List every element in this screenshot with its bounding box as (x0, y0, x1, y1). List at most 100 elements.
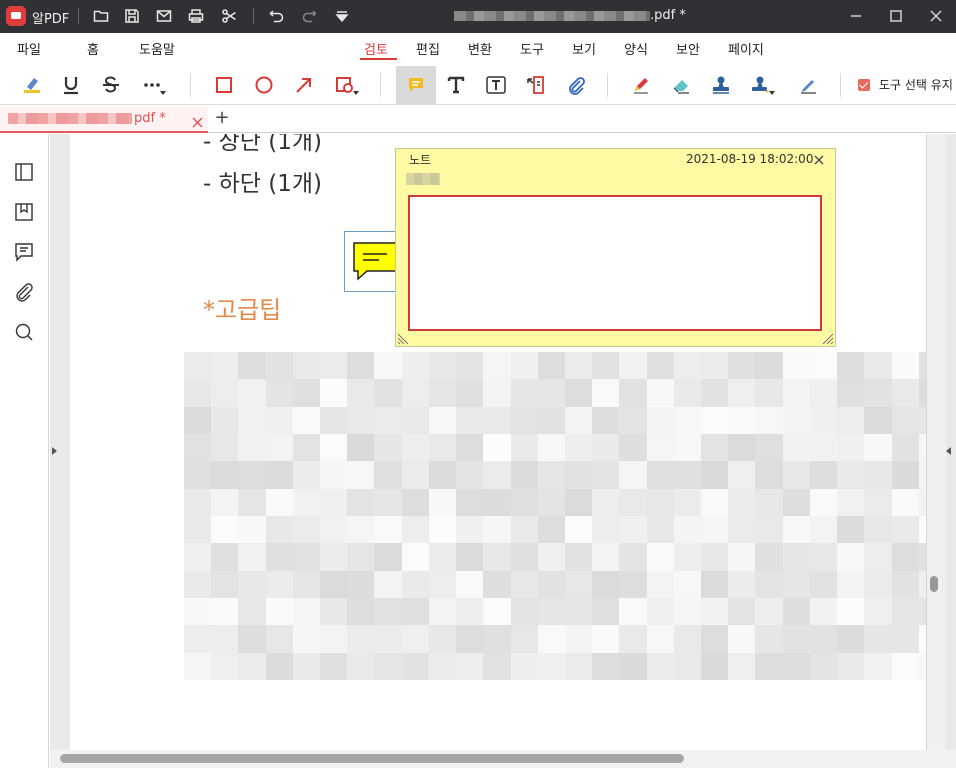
redacted-pixel (646, 461, 674, 489)
redacted-pixel (701, 488, 729, 516)
print-icon[interactable] (187, 7, 205, 25)
redacted-pixel (428, 625, 457, 653)
expand-left-panel-icon[interactable] (52, 447, 57, 455)
menu-security[interactable]: 보안 (676, 39, 700, 58)
redacted-pixel (184, 434, 212, 462)
redacted-pixel (782, 652, 810, 680)
redacted-pixel (592, 543, 620, 571)
redacted-pixel (592, 652, 620, 680)
redacted-pixel (510, 434, 538, 462)
redacted-pixel (483, 570, 511, 598)
redacted-pixel (265, 352, 293, 380)
redacted-pixel (891, 598, 919, 626)
menu-tools[interactable]: 도구 (520, 39, 544, 58)
menu-help[interactable]: 도움말 (139, 39, 175, 58)
menu-edit[interactable]: 편집 (416, 39, 440, 58)
redacted-pixel (837, 570, 865, 598)
eraser-icon[interactable] (666, 69, 696, 101)
underline-icon[interactable] (56, 69, 86, 101)
redacted-pixel (265, 598, 293, 626)
quick-access-dropdown-icon[interactable] (333, 7, 351, 25)
maximize-icon[interactable] (886, 6, 906, 26)
redacted-pixel (456, 352, 484, 380)
redacted-pixel (564, 543, 593, 571)
attachment-icon[interactable] (561, 69, 591, 101)
page-edge (926, 134, 946, 768)
attachment-panel-icon[interactable] (12, 280, 36, 304)
open-folder-icon[interactable] (92, 7, 110, 25)
redacted-pixel (891, 516, 919, 544)
callout-icon[interactable] (521, 69, 551, 101)
stamp-dropdown-icon[interactable] (746, 69, 776, 101)
menu-file[interactable]: 파일 (17, 39, 41, 58)
keep-tool-selected-checkbox[interactable]: 도구 선택 유지 (858, 76, 956, 93)
rectangle-icon[interactable] (209, 69, 239, 101)
checkbox-checked-icon[interactable] (858, 78, 870, 91)
horizontal-scrollbar[interactable] (60, 754, 684, 763)
redacted-pixel (184, 488, 212, 516)
menu-review[interactable]: 검토 (364, 39, 388, 58)
document-viewer[interactable]: - 상단 (1개) - 하단 (1개) *고급팁 노트 2021-08-19 1… (50, 134, 956, 768)
redacted-pixel (428, 570, 457, 598)
menu-convert[interactable]: 변환 (468, 39, 492, 58)
close-tab-icon[interactable] (192, 113, 203, 128)
menu-page[interactable]: 페이지 (728, 39, 764, 58)
redacted-pixel (673, 352, 702, 380)
redacted-pixel (320, 652, 348, 680)
expand-right-panel-icon[interactable] (946, 447, 951, 455)
document-tab[interactable]: pdf * (0, 106, 208, 133)
strikethrough-icon[interactable] (96, 69, 126, 101)
redacted-pixel (401, 461, 429, 489)
redacted-pixel (483, 625, 511, 653)
arrow-icon[interactable] (289, 69, 319, 101)
ellipse-icon[interactable] (249, 69, 279, 101)
close-note-icon[interactable] (814, 154, 824, 165)
resize-grip-icon[interactable] (397, 332, 410, 345)
add-tab-button[interactable]: + (214, 109, 230, 127)
redacted-pixel (837, 488, 865, 516)
close-window-icon[interactable] (926, 6, 946, 26)
redacted-pixel (510, 406, 538, 434)
redacted-pixel (837, 461, 865, 489)
redacted-pixel (701, 379, 729, 407)
undo-icon[interactable] (268, 7, 286, 25)
redacted-pixel (265, 625, 293, 653)
redacted-pixel (292, 570, 321, 598)
stamp-icon[interactable] (706, 69, 736, 101)
minimize-icon[interactable] (846, 6, 866, 26)
textbox-icon[interactable] (481, 69, 511, 101)
redacted-pixel (428, 652, 457, 680)
redacted-pixel (537, 570, 565, 598)
menu-forms[interactable]: 양식 (624, 39, 648, 58)
save-icon[interactable] (123, 7, 141, 25)
divider (253, 8, 254, 24)
menu-home[interactable]: 홈 (87, 39, 99, 58)
redacted-pixel (320, 379, 348, 407)
resize-grip-icon[interactable] (821, 332, 834, 345)
signature-pen-icon[interactable] (793, 69, 823, 101)
app-logo-icon (6, 6, 26, 26)
search-icon[interactable] (12, 320, 36, 344)
redo-icon[interactable] (300, 7, 318, 25)
panel-toggle-icon[interactable] (12, 160, 36, 184)
scissors-icon[interactable] (220, 7, 238, 25)
bookmark-icon[interactable] (12, 200, 36, 224)
redacted-pixel (347, 652, 375, 680)
redacted-pixel (809, 461, 838, 489)
more-icon[interactable] (137, 69, 167, 101)
text-icon[interactable] (441, 69, 471, 101)
note-icon[interactable] (396, 66, 436, 104)
menu-view[interactable]: 보기 (572, 39, 596, 58)
highlight-icon[interactable] (17, 69, 47, 101)
note-text-input[interactable] (408, 195, 822, 331)
note-popup[interactable]: 노트 2021-08-19 18:02:00 (395, 148, 836, 347)
redacted-pixel (347, 625, 375, 653)
redacted-pixel (537, 652, 565, 680)
redacted-pixel (347, 379, 375, 407)
mail-icon[interactable] (155, 7, 173, 25)
comment-list-icon[interactable] (12, 240, 36, 264)
shape-icon[interactable] (330, 69, 360, 101)
vertical-scrollbar[interactable] (930, 576, 938, 592)
redacted-pixel (564, 488, 593, 516)
pencil-icon[interactable] (626, 69, 656, 101)
